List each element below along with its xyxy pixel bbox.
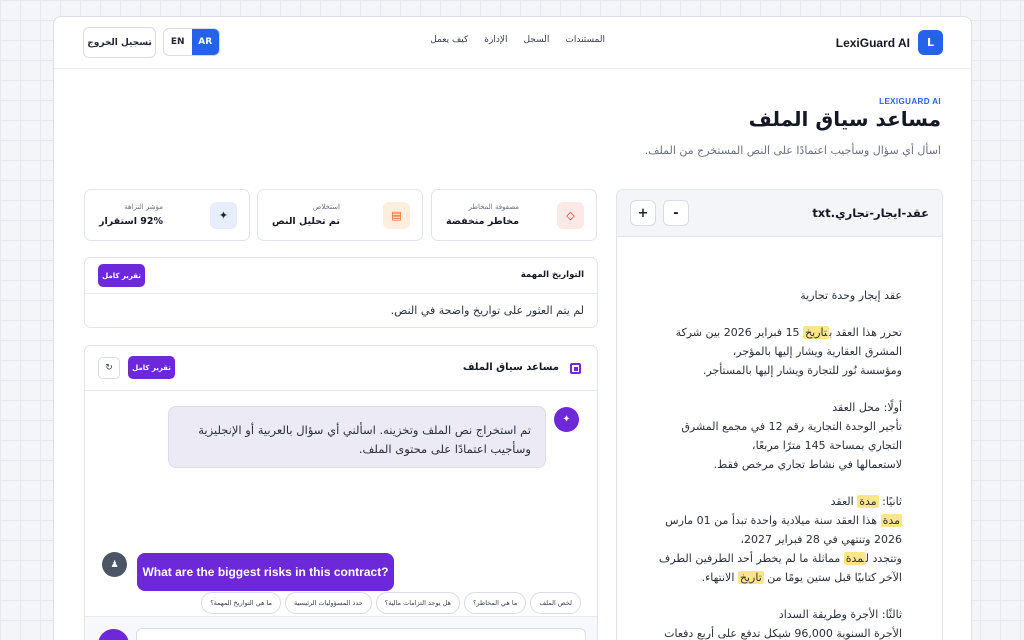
doc-line: التجاري بمساحة 145 مترًا مربعًا، xyxy=(752,439,902,452)
document-icon: ▤ xyxy=(383,201,410,229)
user-message: What are the biggest risks in this contr… xyxy=(137,553,394,591)
brand-logo: L xyxy=(918,30,943,55)
dates-header: التواريخ المهمة تقرير كامل xyxy=(85,258,597,294)
duration-highlight: مدة xyxy=(857,495,879,508)
stat-value: 92% استقرار xyxy=(99,216,164,227)
eyebrow-label: LEXIGUARD AI xyxy=(879,97,941,106)
language-toggle: EN AR xyxy=(163,28,220,56)
assistant-report-button[interactable]: تقرير كامل xyxy=(128,356,175,379)
duration-highlight: مدة xyxy=(843,552,866,565)
doc-line: ومؤسسة نُور للتجارة ويشار إليها بالمستأج… xyxy=(702,364,902,377)
doc-line: المشرق العقارية ويشار إليها بالمؤجر، xyxy=(732,345,902,358)
zoom-out-button[interactable]: - xyxy=(663,200,689,226)
date-highlight: تاريخ xyxy=(803,326,830,339)
diamond-icon: ◇ xyxy=(557,201,584,229)
assistant-header: مساعد سياق الملف تقرير كامل ↻ xyxy=(85,346,597,391)
nav-how-it-works[interactable]: كيف يعمل xyxy=(430,35,468,45)
doc-line: 2026 وتنتهي في 28 فبراير 2027، xyxy=(740,533,902,546)
sparkle-icon: ✦ xyxy=(210,201,237,229)
bot-avatar-icon: ✦ xyxy=(554,407,579,432)
nav-history[interactable]: السجل xyxy=(523,35,549,45)
assistant-card: مساعد سياق الملف تقرير كامل ↻ ✦ تم استخر… xyxy=(84,345,598,640)
user-avatar-icon: ♟ xyxy=(102,552,127,577)
top-header: تسجيل الخروج EN AR المستندات السجل الإدا… xyxy=(54,17,971,69)
page-subtitle: اسأل أي سؤال وسأجيب اعتمادًا على النص ال… xyxy=(644,144,941,157)
doc-line: الأجرة السنوية 96,000 شيكل تدفع على أربع… xyxy=(664,627,902,640)
app-window: تسجيل الخروج EN AR المستندات السجل الإدا… xyxy=(53,16,972,640)
duration-highlight: مدة xyxy=(880,514,902,527)
bot-message-line: وسأجيب اعتمادًا على محتوى الملف. xyxy=(358,442,531,456)
important-dates-card: التواريخ المهمة تقرير كامل لم يتم العثور… xyxy=(84,257,598,328)
zoom-in-button[interactable]: + xyxy=(630,200,656,226)
dates-empty-text: لم يتم العثور على تواريخ واضحة في النص. xyxy=(390,304,584,317)
document-content: عقد إيجار وحدة تجارية تحرر هذا العقد بتا… xyxy=(642,286,902,640)
brand[interactable]: LexiGuard AI L xyxy=(836,30,943,55)
bot-message-line: تم استخراج نص الملف وتخزينه. اسألني أي س… xyxy=(198,423,531,437)
doc-line: تأجير الوحدة التجارية رقم 12 في مجمع الم… xyxy=(681,420,902,433)
stat-label: مؤشر النزاهة xyxy=(124,203,164,211)
stat-label: استخلاص xyxy=(312,203,340,211)
stat-card-integrity: ✦ مؤشر النزاهة 92% استقرار xyxy=(84,189,250,241)
chip-responsibilities[interactable]: حدد المسؤوليات الرئيسية xyxy=(285,592,372,614)
doc-line: تحرر هذا العقد بتاريخ 15 فبراير 2026 بين… xyxy=(675,326,902,339)
stat-value: تم تحليل النص xyxy=(272,216,340,227)
nav-admin[interactable]: الإدارة xyxy=(484,35,507,45)
page-title: مساعد سياق الملف xyxy=(748,107,941,131)
stat-value: مخاطر منخفضة xyxy=(446,216,520,227)
stat-texts: مؤشر النزاهة 92% استقرار xyxy=(85,203,163,227)
chip-dates[interactable]: ما هي التواريخ المهمة؟ xyxy=(201,592,282,614)
send-button[interactable] xyxy=(98,629,129,640)
logout-button[interactable]: تسجيل الخروج xyxy=(83,27,156,58)
chat-input[interactable] xyxy=(136,628,586,640)
refresh-icon[interactable]: ↻ xyxy=(98,357,120,379)
document-viewer: عقد-ايجار-تجاري.txt - + عقد إيجار وحدة ت… xyxy=(616,189,943,640)
stat-card-risk: ◇ مصفوفة المخاطر مخاطر منخفضة xyxy=(431,189,597,241)
chip-financial[interactable]: هل يوجد التزامات مالية؟ xyxy=(375,592,460,614)
assistant-icon xyxy=(570,363,581,374)
assistant-title: مساعد سياق الملف xyxy=(462,362,559,373)
suggestion-chips: لخص الملف ما هي المخاطر؟ هل يوجد التزاما… xyxy=(192,592,581,614)
bot-message: تم استخراج نص الملف وتخزينه. اسألني أي س… xyxy=(168,406,546,468)
document-filename: عقد-ايجار-تجاري.txt xyxy=(812,206,929,220)
full-report-button[interactable]: تقرير كامل xyxy=(98,264,145,287)
stat-texts: استخلاص تم تحليل النص xyxy=(258,203,340,227)
doc-line: الآخر كتابيًا قبل ستين يومًا من تاريخ ال… xyxy=(701,571,902,584)
doc-heading: عقد إيجار وحدة تجارية xyxy=(800,289,902,302)
nav-documents[interactable]: المستندات xyxy=(565,35,605,45)
stat-label: مصفوفة المخاطر xyxy=(468,203,520,211)
chat-composer xyxy=(85,616,597,640)
stat-texts: مصفوفة المخاطر مخاطر منخفضة xyxy=(432,203,519,227)
document-header: عقد-ايجار-تجاري.txt - + xyxy=(617,190,942,237)
doc-line: مدة هذا العقد سنة ميلادية واحدة تبدأ من … xyxy=(665,514,902,527)
doc-section-title: ثانيًا: مدة العقد xyxy=(830,495,902,508)
lang-ar-button[interactable]: AR xyxy=(191,29,219,55)
doc-line: وتتجدد لمدة مماثلة ما لم يخطر أحد الطرفي… xyxy=(658,552,902,565)
date-highlight: تاريخ xyxy=(737,571,764,584)
chip-risks[interactable]: ما هي المخاطر؟ xyxy=(463,592,527,614)
doc-section-title: أولًا: محل العقد xyxy=(832,401,902,414)
doc-section-title: ثالثًا: الأجرة وطريقة السداد xyxy=(778,608,902,621)
brand-name: LexiGuard AI xyxy=(835,35,910,50)
dates-title: التواريخ المهمة xyxy=(520,270,584,280)
doc-line: لاستعمالها في نشاط تجاري مرخص فقط. xyxy=(713,458,902,471)
stat-card-extraction: ▤ استخلاص تم تحليل النص xyxy=(257,189,423,241)
lang-en-button[interactable]: EN xyxy=(164,29,192,55)
chip-summarize[interactable]: لخص الملف xyxy=(530,592,581,614)
main-nav: المستندات السجل الإدارة كيف يعمل xyxy=(430,35,605,45)
